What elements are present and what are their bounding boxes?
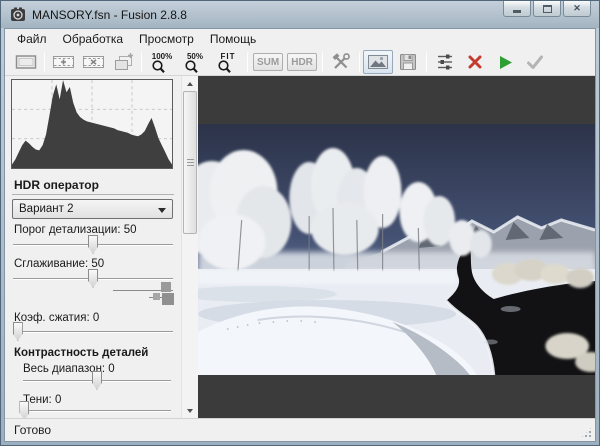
client-area: Файл Обработка Просмотр Помощь — [4, 28, 596, 442]
arrow-down-icon — [187, 409, 193, 413]
slider-shadows[interactable] — [23, 410, 171, 412]
content-area: HDR оператор Вариант 2 Порог детализации… — [5, 76, 595, 418]
histogram — [11, 79, 173, 169]
zoom-50-icon: 50% — [181, 51, 209, 74]
smoothing-label: Сглаживание: 50 — [14, 258, 104, 270]
frame-icon — [14, 53, 38, 71]
save-icon — [398, 52, 418, 72]
menu-view[interactable]: Просмотр — [131, 30, 202, 48]
slider-compression[interactable] — [13, 331, 173, 333]
widget-handle[interactable] — [162, 293, 174, 305]
divider — [12, 194, 174, 195]
scrollbar-grip-icon — [187, 159, 194, 166]
slider-thumb[interactable] — [88, 269, 98, 288]
tools-icon — [330, 52, 352, 72]
toolbar-separator — [359, 52, 360, 72]
arrow-up-icon — [187, 82, 193, 86]
widget-handle[interactable] — [153, 293, 160, 300]
remove-frames-button[interactable] — [78, 50, 108, 74]
adjustments-icon — [435, 52, 455, 72]
save-button[interactable] — [393, 50, 423, 74]
scrollbar-thumb[interactable] — [183, 91, 197, 234]
fine-tune-widget[interactable] — [113, 279, 175, 307]
apply-button[interactable] — [520, 50, 550, 74]
chevron-down-icon — [158, 208, 166, 217]
sum-toggle-button[interactable]: SUM — [253, 53, 283, 71]
menu-processing[interactable]: Обработка — [55, 30, 132, 48]
zoom-fit-button[interactable]: FIT — [211, 50, 244, 74]
winter-landscape-photo — [198, 124, 595, 375]
close-button[interactable]: ✕ — [563, 1, 591, 17]
cancel-button[interactable] — [460, 50, 490, 74]
zoom-fit-icon: FIT — [214, 51, 242, 74]
preview-image-button[interactable] — [363, 50, 393, 74]
minimize-button[interactable] — [503, 1, 531, 17]
add-frames-button[interactable] — [48, 50, 78, 74]
detail-threshold-label: Порог детализации: 50 — [14, 224, 137, 236]
toolbar-separator — [322, 52, 323, 72]
zoom-50-button[interactable]: 50% — [178, 50, 211, 74]
slider-track — [23, 410, 171, 411]
cancel-icon — [466, 53, 484, 71]
frame-button[interactable] — [11, 50, 41, 74]
toolbar: 100% 50% FIT SUM — [5, 49, 595, 76]
slider-thumb[interactable] — [92, 371, 102, 390]
hdr-variant-select[interactable]: Вариант 2 — [12, 199, 173, 219]
apply-icon — [525, 53, 545, 71]
status-text: Готово — [14, 423, 51, 437]
hdr-operator-title: HDR оператор — [14, 178, 99, 192]
close-icon: ✕ — [573, 4, 581, 13]
slider-full-range[interactable] — [23, 380, 171, 382]
zoom-100-button[interactable]: 100% — [145, 50, 178, 74]
align-frames-icon — [111, 52, 135, 72]
slider-thumb[interactable] — [88, 235, 98, 254]
zoom-100-icon: 100% — [148, 51, 176, 74]
scroll-down-button[interactable] — [182, 403, 198, 418]
svg-text:50%: 50% — [186, 52, 202, 61]
compression-label: Коэф. сжатия: 0 — [14, 312, 99, 324]
hdr-variant-value: Вариант 2 — [19, 203, 74, 215]
scroll-up-button[interactable] — [182, 76, 198, 91]
slider-detail-threshold[interactable] — [13, 244, 173, 246]
menu-help[interactable]: Помощь — [202, 30, 264, 48]
parameters-panel: HDR оператор Вариант 2 Порог детализации… — [5, 76, 181, 418]
tools-button[interactable] — [326, 50, 356, 74]
photo-canvas — [198, 124, 595, 375]
app-window: MANSORY.fsn - Fusion 2.8.8 ✕ Файл Обрабо… — [0, 0, 600, 446]
add-frames-icon — [52, 52, 75, 72]
toolbar-separator — [44, 52, 45, 72]
panel-scrollbar[interactable] — [181, 76, 198, 418]
minimize-icon — [513, 10, 521, 13]
resize-grip[interactable] — [580, 426, 593, 439]
window-title: MANSORY.fsn - Fusion 2.8.8 — [32, 8, 187, 22]
contrast-section-title: Контрастность деталей — [14, 347, 148, 359]
maximize-icon — [543, 5, 552, 13]
image-preview-area — [198, 76, 595, 418]
toolbar-separator — [426, 52, 427, 72]
toolbar-separator — [141, 52, 142, 72]
svg-text:FIT: FIT — [220, 52, 235, 61]
slider-thumb[interactable] — [13, 322, 23, 341]
remove-frames-icon — [82, 52, 105, 72]
adjustments-button[interactable] — [430, 50, 460, 74]
maximize-button[interactable] — [533, 1, 561, 17]
run-icon — [496, 53, 514, 71]
hdr-toggle-button[interactable]: HDR — [287, 53, 317, 71]
slider-track — [13, 331, 173, 332]
svg-text:100%: 100% — [151, 52, 171, 61]
widget-handle[interactable] — [161, 282, 171, 292]
app-icon — [10, 7, 26, 23]
preview-image-icon — [367, 53, 389, 71]
menu-bar: Файл Обработка Просмотр Помощь — [5, 29, 595, 49]
menu-file[interactable]: Файл — [9, 30, 55, 48]
run-button[interactable] — [490, 50, 520, 74]
toolbar-separator — [247, 52, 248, 72]
status-bar: Готово — [5, 418, 595, 441]
align-frames-button[interactable] — [108, 50, 138, 74]
title-bar[interactable]: MANSORY.fsn - Fusion 2.8.8 ✕ — [1, 1, 599, 28]
